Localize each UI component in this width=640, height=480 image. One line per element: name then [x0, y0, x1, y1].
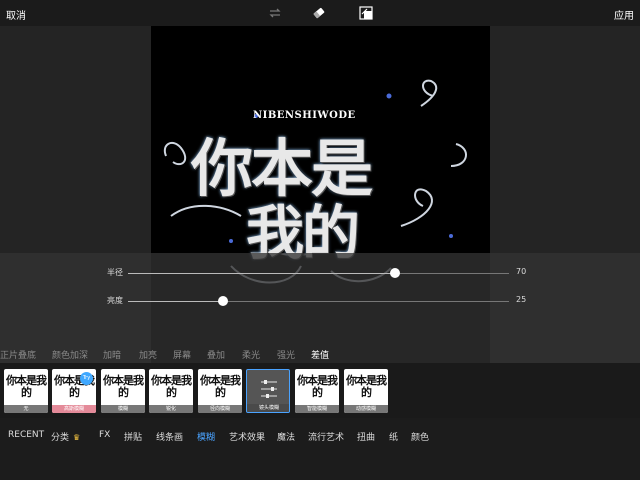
radius-slider-fill [128, 273, 395, 274]
category-item[interactable]: 魔法 [277, 430, 295, 443]
filter-thumbnail[interactable]: 你本是我的 无 [4, 369, 48, 413]
cancel-button[interactable]: 取消 [6, 7, 26, 22]
thumbnail-preview-text: 你本是我的 [103, 374, 144, 399]
category-label: 分类 [51, 433, 70, 443]
blend-mode-item[interactable]: 屏幕 [173, 348, 191, 361]
blend-mode-item[interactable]: 强光 [277, 348, 295, 361]
thumbnail-preview-text: 你本是我的 [346, 374, 387, 399]
thumbnail-caption: 高斯模糊 [52, 405, 96, 413]
category-item[interactable]: 纸 [389, 430, 398, 443]
category-item[interactable]: 艺术效果 [229, 430, 265, 443]
radius-slider-label: 半径 [107, 268, 123, 277]
blend-mode-item[interactable]: 颜色加深 [52, 348, 88, 361]
try-badge: Try [80, 372, 93, 385]
category-item[interactable]: 颜色 [411, 430, 429, 443]
thumbnail-preview-text: 你本是我的 [297, 374, 338, 399]
brightness-slider[interactable] [128, 296, 509, 306]
filter-thumbnail[interactable]: 你本是我的 模糊 [101, 369, 145, 413]
adjust-sliders-icon[interactable] [259, 378, 279, 400]
crown-icon: ♛ [73, 433, 81, 442]
filter-thumbnail[interactable]: 你本是我的 Try 高斯模糊 [52, 369, 96, 413]
blend-mode-item[interactable]: 差值 [311, 348, 329, 361]
thumbnail-caption: 模糊 [101, 405, 145, 413]
radius-slider-value: 70 [516, 267, 527, 276]
category-item[interactable]: 模糊 [197, 430, 215, 443]
thumbnail-caption: 无 [4, 405, 48, 413]
category-item[interactable]: 流行艺术 [308, 430, 344, 443]
top-bar: 取消 应用 [0, 0, 640, 26]
thumbnail-caption: 镜头模糊 [247, 404, 289, 412]
thumbnail-caption: 锐化 [149, 405, 193, 413]
filter-thumbnail[interactable]: 你本是我的 锐化 [149, 369, 193, 413]
thumbnail-preview-text: 你本是我的 [200, 374, 241, 399]
brightness-slider-label: 亮度 [107, 296, 123, 305]
brightness-slider-thumb[interactable] [218, 296, 229, 306]
thumbnail-caption: 动感模糊 [344, 405, 388, 413]
compare-icon[interactable] [358, 5, 374, 21]
blend-mode-item[interactable]: 加暗 [103, 348, 121, 361]
filter-thumbnail[interactable]: 你本是我的 智能模糊 [295, 369, 339, 413]
brightness-slider-fill [128, 301, 224, 302]
blend-mode-item[interactable]: 加亮 [139, 348, 157, 361]
category-item[interactable]: RECENT [8, 430, 44, 440]
thumbnail-caption: 径向模糊 [198, 405, 242, 413]
blend-mode-item[interactable]: 柔光 [242, 348, 260, 361]
eraser-icon[interactable] [311, 5, 327, 21]
thumbnail-caption: 智能模糊 [295, 405, 339, 413]
thumbnail-preview-text: 你本是我的 [6, 374, 47, 399]
filter-thumbnail[interactable]: 你本是我的 径向模糊 [198, 369, 242, 413]
swap-icon[interactable] [267, 5, 283, 21]
blend-mode-item[interactable]: 叠加 [207, 348, 225, 361]
category-item[interactable]: FX [99, 430, 110, 440]
blend-mode-bar: 正片叠底 颜色加深 加暗 加亮 屏幕 叠加 柔光 强光 差值 [0, 344, 640, 362]
filter-thumbnail-strip: 你本是我的 无 你本是我的 Try 高斯模糊 你本是我的 模糊 你本是我的 锐化… [0, 363, 640, 418]
radius-slider-thumb[interactable] [389, 268, 400, 278]
category-bar: RECENT 分类 ♛ FX 拼贴 线条画 模糊 艺术效果 魔法 流行艺术 扭曲 … [0, 420, 640, 450]
filter-thumbnail-selected[interactable]: 镜头模糊 [246, 369, 290, 413]
category-item[interactable]: 分类 ♛ [51, 430, 80, 443]
brightness-slider-value: 25 [516, 295, 527, 304]
thumbnail-preview-text: 你本是我的 [151, 374, 192, 399]
category-item[interactable]: 拼贴 [124, 430, 142, 443]
radius-slider[interactable] [128, 268, 509, 278]
canvas-area: NIBENSHIWODE 你本是 我的 半径 70 亮度 25 [0, 26, 640, 363]
filter-thumbnail[interactable]: 你本是我的 动感模糊 [344, 369, 388, 413]
category-item[interactable]: 扭曲 [357, 430, 375, 443]
category-item[interactable]: 线条画 [156, 430, 183, 443]
apply-button[interactable]: 应用 [614, 7, 634, 22]
blend-mode-item[interactable]: 正片叠底 [0, 348, 36, 361]
